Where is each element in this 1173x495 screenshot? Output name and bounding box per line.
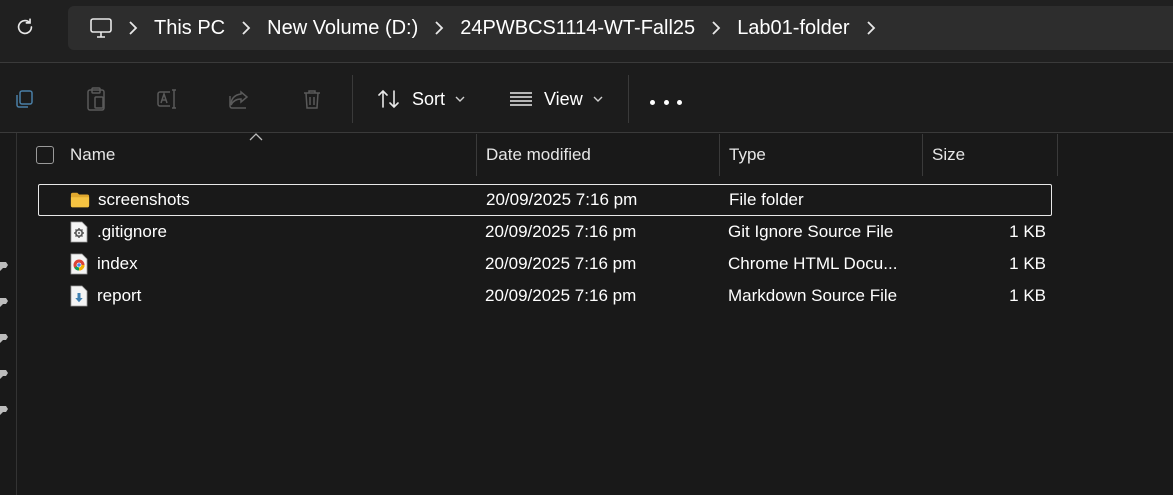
file-size: 1 KB	[1009, 222, 1046, 241]
toolbar-divider	[352, 75, 353, 123]
column-header-type[interactable]: Type	[729, 134, 921, 176]
column-resize-handle[interactable]	[476, 134, 477, 176]
navigation-pane-edge[interactable]	[0, 133, 17, 495]
column-size-label: Size	[932, 145, 966, 164]
column-header-name[interactable]: Name	[70, 134, 474, 176]
view-button[interactable]: View	[508, 83, 603, 115]
more-options-button[interactable]	[650, 97, 682, 107]
file-size	[929, 185, 1047, 215]
file-name: .gitignore	[97, 222, 167, 241]
settings-file-icon	[69, 221, 89, 243]
column-header-size[interactable]: Size	[932, 134, 1056, 176]
column-resize-handle[interactable]	[1057, 134, 1058, 176]
folder-icon	[70, 190, 90, 210]
view-list-icon	[510, 92, 532, 106]
file-size: 1 KB	[1009, 254, 1046, 273]
markdown-file-icon	[69, 285, 89, 307]
column-header: Name Date modified Type Size	[18, 134, 1058, 176]
file-name: screenshots	[98, 190, 190, 209]
breadcrumb-chevron-icon[interactable]	[420, 21, 458, 35]
view-label: View	[544, 88, 583, 109]
breadcrumb-course-folder[interactable]: 24PWBCS1114-WT-Fall25	[458, 17, 697, 40]
sort-button[interactable]: Sort	[376, 83, 465, 115]
file-row-screenshots[interactable]: screenshots 20/09/2025 7:16 pm File fold…	[38, 184, 1052, 216]
refresh-button[interactable]	[8, 10, 42, 44]
pin-icon	[0, 298, 8, 307]
sort-label: Sort	[412, 88, 446, 109]
trash-icon	[304, 90, 320, 109]
pin-icon	[0, 262, 8, 271]
toolbar-divider	[628, 75, 629, 123]
breadcrumb-new-volume[interactable]: New Volume (D:)	[265, 17, 420, 40]
rename-icon	[157, 89, 176, 109]
share-icon	[229, 90, 249, 109]
breadcrumb-chevron-icon[interactable]	[697, 21, 735, 35]
column-resize-handle[interactable]	[719, 134, 720, 176]
file-type: Chrome HTML Docu...	[728, 254, 898, 273]
paste-button[interactable]	[82, 85, 110, 113]
file-row-index[interactable]: index 20/09/2025 7:16 pm Chrome HTML Doc…	[38, 249, 1052, 281]
breadcrumb-lab-folder[interactable]: Lab01-folder	[735, 17, 851, 40]
file-type: Git Ignore Source File	[728, 222, 894, 241]
file-date-modified: 20/09/2025 7:16 pm	[485, 222, 637, 241]
chevron-down-icon	[455, 96, 465, 103]
rename-button[interactable]	[154, 85, 182, 113]
file-name: report	[97, 286, 142, 305]
copy-icon	[16, 90, 33, 108]
pin-icon	[0, 370, 8, 379]
chevron-down-icon	[593, 96, 603, 103]
file-date-modified: 20/09/2025 7:16 pm	[485, 286, 637, 305]
share-button[interactable]	[226, 85, 254, 113]
column-name-label: Name	[70, 145, 116, 164]
divider	[0, 132, 1173, 133]
select-all-checkbox[interactable]	[36, 146, 54, 164]
file-type: Markdown Source File	[728, 286, 898, 305]
command-bar: Sort View	[0, 63, 1173, 133]
breadcrumb-chevron-icon[interactable]	[227, 21, 265, 35]
file-type: File folder	[729, 190, 804, 209]
breadcrumb-chevron-icon[interactable]	[852, 21, 890, 35]
more-dots-icon	[677, 99, 682, 105]
column-header-date-modified[interactable]: Date modified	[486, 134, 718, 176]
more-dots-icon	[663, 99, 669, 105]
sort-icon	[378, 89, 399, 109]
column-resize-handle[interactable]	[922, 134, 923, 176]
column-date-label: Date modified	[486, 145, 591, 164]
file-explorer-window: This PC New Volume (D:) 24PWBCS1114-WT-F…	[0, 0, 1173, 495]
this-pc-icon[interactable]	[88, 15, 114, 41]
file-date-modified: 20/09/2025 7:16 pm	[485, 254, 637, 273]
chrome-html-icon	[69, 253, 89, 275]
file-row-gitignore[interactable]: .gitignore 20/09/2025 7:16 pm Git Ignore…	[38, 217, 1052, 249]
file-date-modified: 20/09/2025 7:16 pm	[486, 190, 638, 209]
pin-icon	[0, 406, 8, 415]
delete-button[interactable]	[298, 85, 326, 113]
file-row-report[interactable]: report 20/09/2025 7:16 pm Markdown Sourc…	[38, 281, 1052, 313]
breadcrumb-this-pc[interactable]: This PC	[152, 17, 227, 40]
address-row: This PC New Volume (D:) 24PWBCS1114-WT-F…	[0, 0, 1173, 62]
column-type-label: Type	[729, 145, 766, 164]
pin-icon	[0, 334, 8, 343]
file-size: 1 KB	[1009, 286, 1046, 305]
address-bar[interactable]: This PC New Volume (D:) 24PWBCS1114-WT-F…	[68, 6, 1173, 50]
copy-button[interactable]	[10, 85, 38, 113]
clipboard-icon	[87, 87, 105, 111]
more-dots-icon	[650, 99, 655, 105]
breadcrumb-chevron-icon[interactable]	[114, 21, 152, 35]
refresh-icon	[17, 18, 33, 35]
file-name: index	[97, 254, 138, 273]
